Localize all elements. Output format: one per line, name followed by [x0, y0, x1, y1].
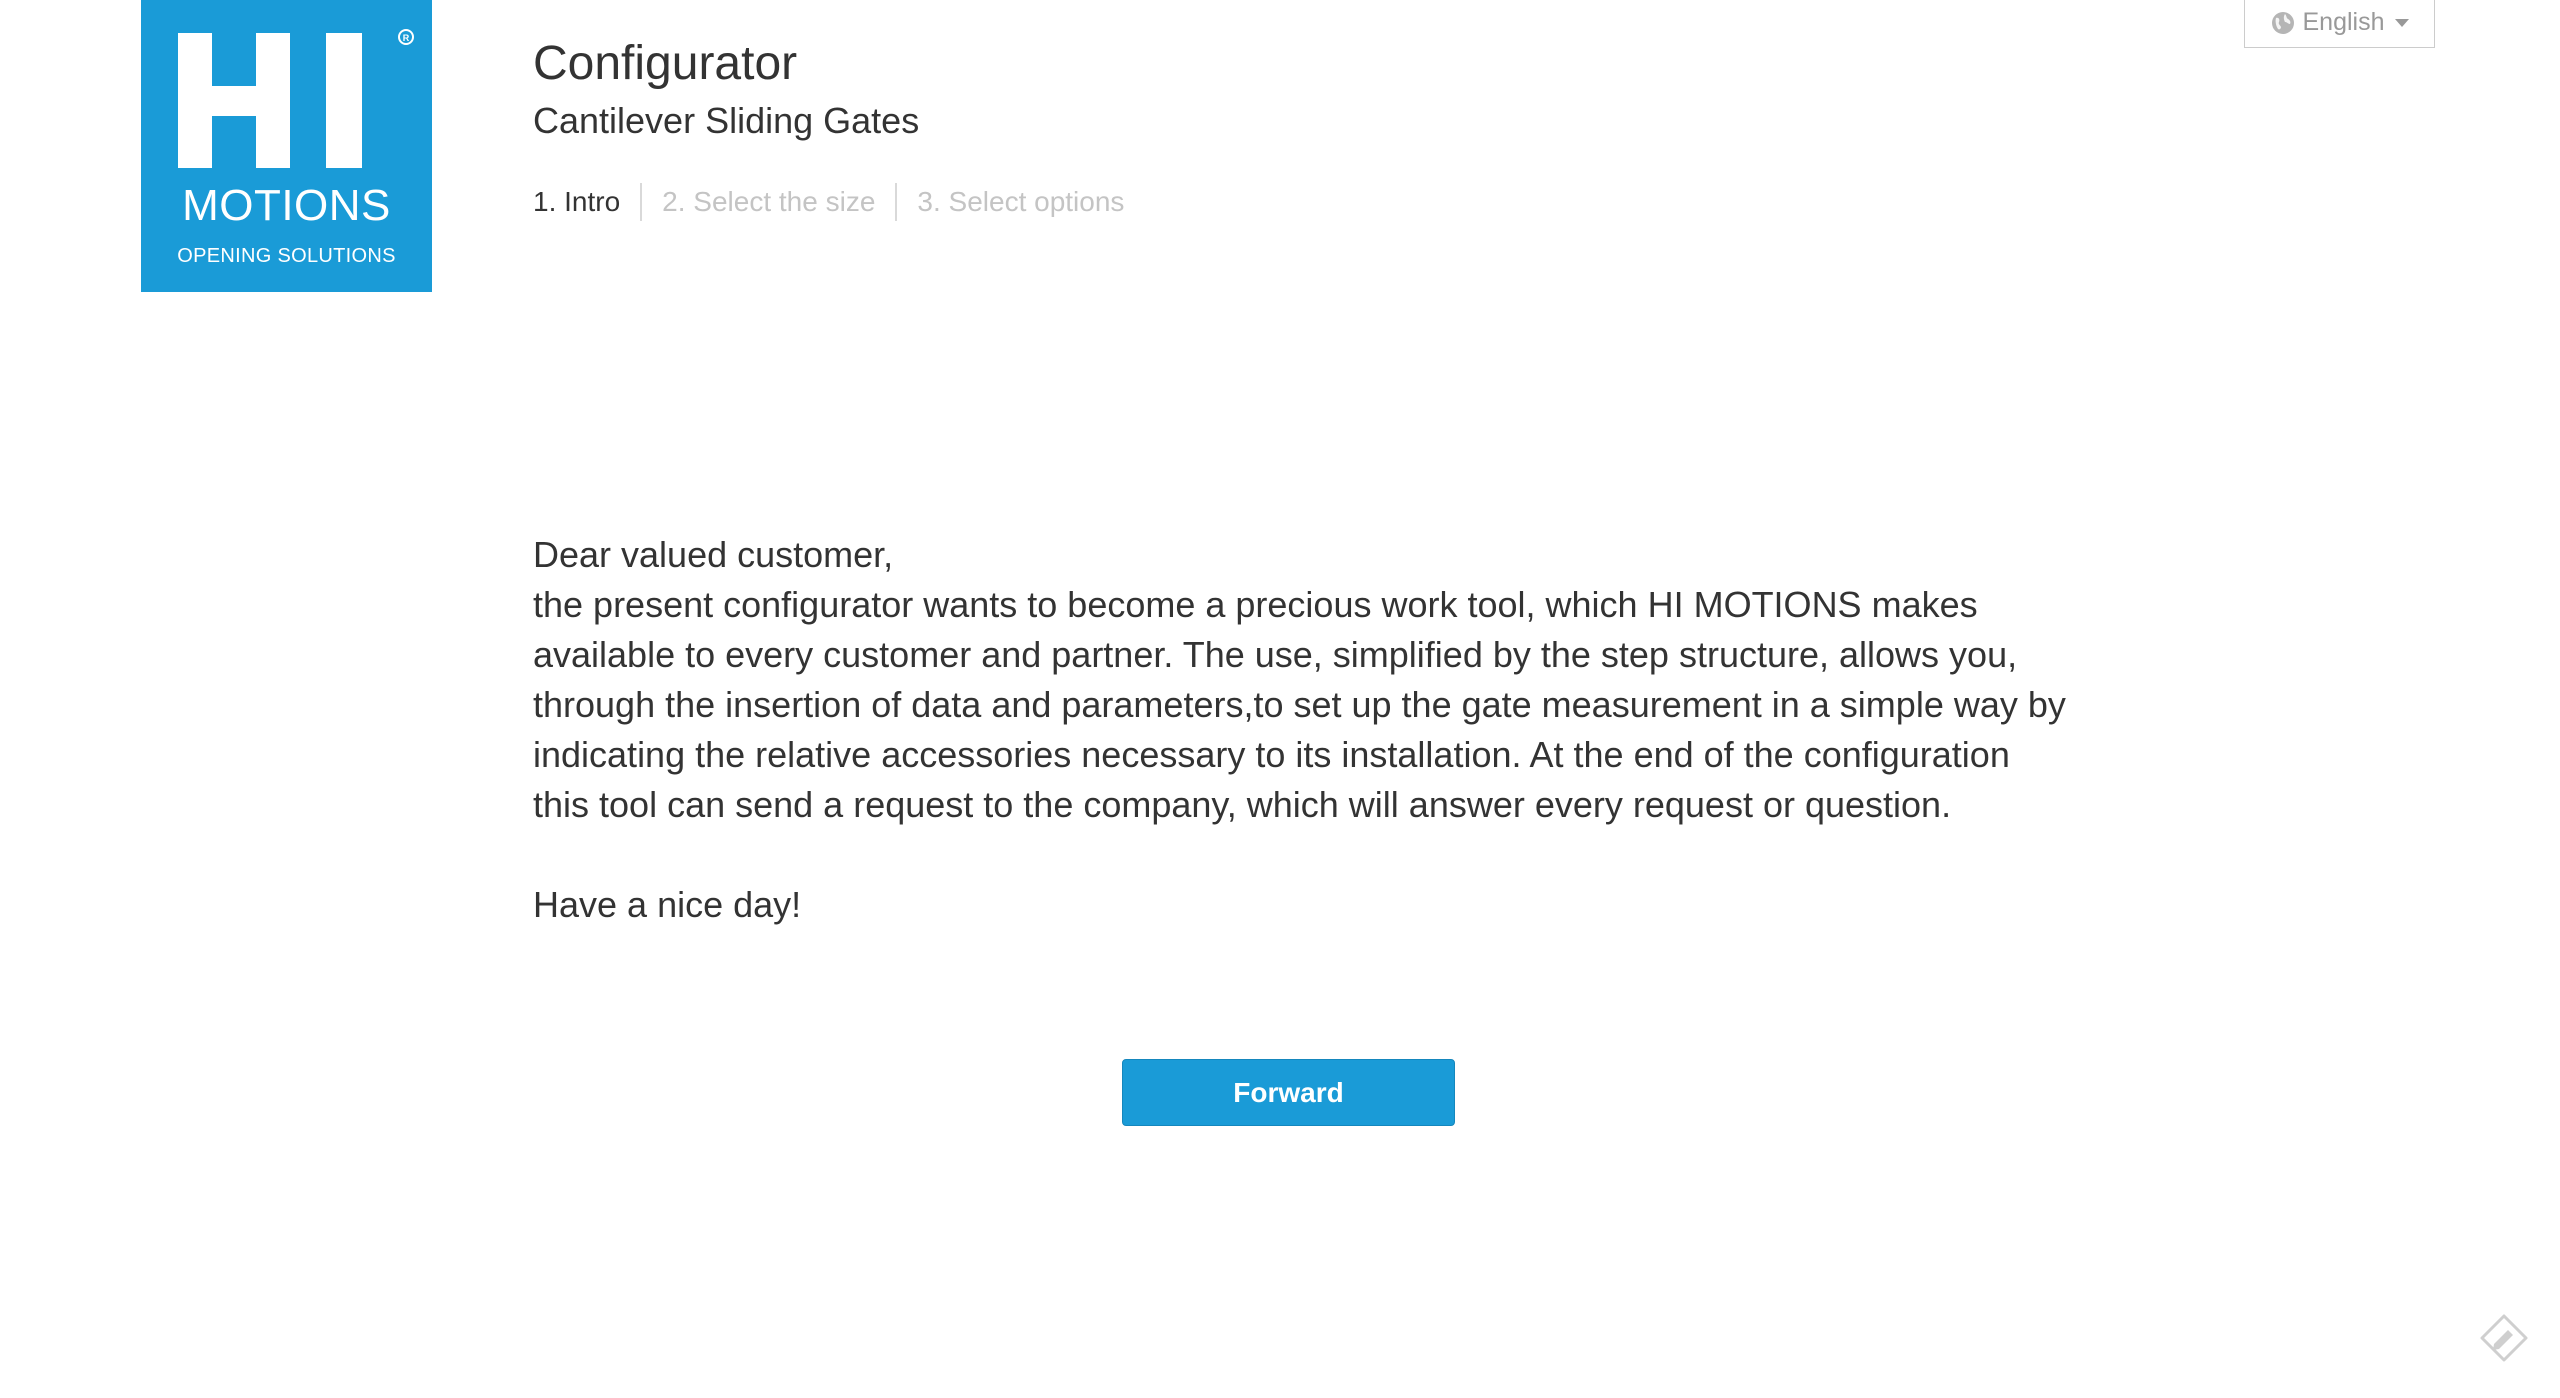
closing-text: Have a nice day! [533, 884, 802, 925]
page-subtitle: Cantilever Sliding Gates [533, 100, 920, 141]
language-label: English [2302, 8, 2385, 36]
step-intro[interactable]: 1. Intro [533, 186, 620, 218]
page-title: Configurator [533, 37, 798, 90]
intro-paragraph: the present configurator wants to become… [533, 584, 2066, 825]
step-navigation: 1. Intro 2. Select the size 3. Select op… [533, 182, 1124, 222]
logo-tagline: OPENING SOLUTIONS [177, 245, 396, 267]
intro-text: Dear valued customer, the present config… [533, 530, 2073, 930]
edit-icon[interactable] [2476, 1310, 2532, 1366]
logo-brand-text: MOTIONS [182, 181, 391, 230]
language-selector[interactable]: English [2244, 0, 2435, 48]
company-logo[interactable]: R MOTIONS OPENING SOLUTIONS [141, 0, 432, 292]
greeting-text: Dear valued customer, [533, 534, 894, 575]
globe-icon [2271, 11, 2295, 35]
forward-button[interactable]: Forward [1122, 1059, 1455, 1126]
step-divider [895, 183, 898, 221]
svg-text:R: R [403, 33, 410, 43]
step-select-options[interactable]: 3. Select options [917, 186, 1124, 218]
step-select-size[interactable]: 2. Select the size [662, 186, 875, 218]
step-divider [640, 183, 643, 221]
chevron-down-icon [2394, 18, 2409, 27]
page: R MOTIONS OPENING SOLUTIONS Configurator… [0, 0, 2560, 1398]
